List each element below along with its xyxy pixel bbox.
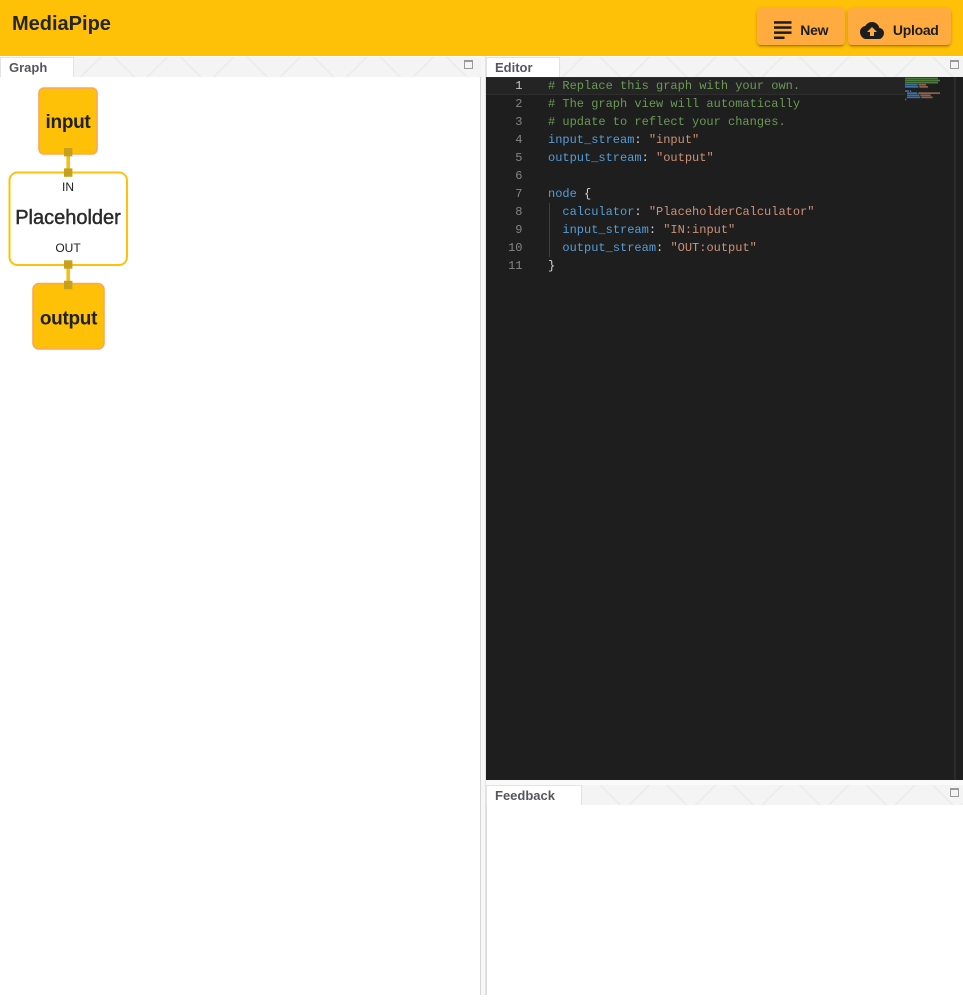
svg-text:Placeholder: Placeholder [15, 207, 121, 229]
svg-text:IN: IN [62, 180, 74, 194]
svg-text:output: output [40, 309, 98, 330]
svg-text:OUT: OUT [55, 241, 81, 255]
svg-text:input: input [46, 112, 92, 133]
